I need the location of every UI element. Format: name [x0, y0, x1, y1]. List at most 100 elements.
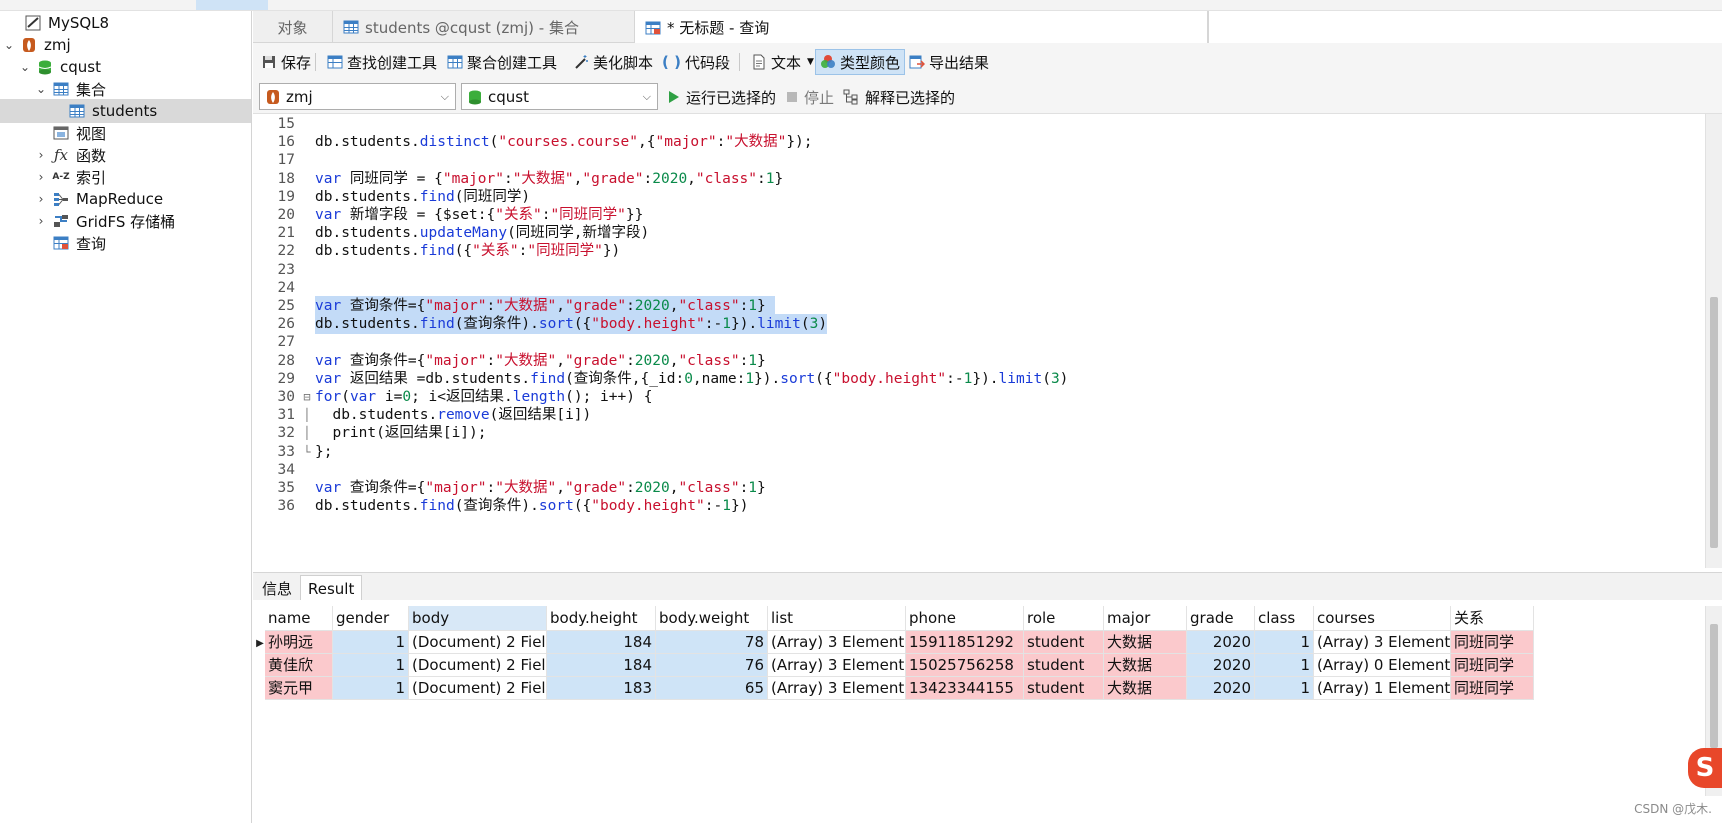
editor-line[interactable]: 18 var 同班同学 = {"major":"大数据","grade":2020… [253, 169, 1703, 189]
chevron-right-icon[interactable]: › [34, 214, 48, 228]
editor-line[interactable]: 27 [253, 332, 1703, 352]
table-cell[interactable]: 65 [656, 677, 768, 700]
table-cell[interactable]: 76 [656, 654, 768, 677]
tree-item-collections[interactable]: ⌄ 集合 [0, 77, 251, 101]
type-color-toggle[interactable]: 类型颜色 [815, 49, 906, 75]
table-cell[interactable]: 183 [547, 677, 656, 700]
editor-line[interactable]: 23 [253, 260, 1703, 280]
table-cell[interactable]: 1 [1255, 677, 1314, 700]
table-cell[interactable]: 孙明远 [265, 631, 333, 654]
column-header[interactable]: class [1255, 606, 1314, 631]
table-cell[interactable]: student [1024, 654, 1104, 677]
find-builder-button[interactable]: 查找创建工具 [323, 49, 441, 75]
tab-untitled-query[interactable]: * 无标题 - 查询 [635, 11, 1208, 44]
editor-line[interactable]: 28 var 查询条件={"major":"大数据","grade":2020,"… [253, 351, 1703, 371]
editor-line[interactable]: 19 db.students.find(同班同学) [253, 187, 1703, 207]
beautify-button[interactable]: 美化脚本 [569, 49, 657, 75]
table-cell[interactable]: (Document) 2 Fields [409, 654, 547, 677]
table-cell[interactable]: (Array) 3 Elements [1314, 631, 1451, 654]
tree-item-students[interactable]: students [0, 99, 251, 123]
fold-collapse-icon[interactable]: ⊟ [302, 387, 312, 407]
chevron-right-icon[interactable]: › [34, 170, 48, 184]
editor-line[interactable]: 30 ⊟ for(var i=0; i<返回结果.length(); i++) { [253, 387, 1703, 407]
table-cell[interactable]: student [1024, 677, 1104, 700]
table-cell[interactable]: 同班同学 [1451, 631, 1534, 654]
chevron-right-icon[interactable]: › [34, 192, 48, 206]
table-cell[interactable]: 184 [547, 654, 656, 677]
tree-item-gridfs[interactable]: › GridFS 存储桶 [0, 209, 251, 233]
table-cell[interactable]: 78 [656, 631, 768, 654]
query-editor[interactable]: 15 16 db.students.distinct("courses.course… [253, 114, 1722, 568]
aggregate-builder-button[interactable]: 聚合创建工具 [443, 49, 561, 75]
tab-objects[interactable]: 对象 [253, 11, 333, 43]
tab-info[interactable]: 信息 [255, 575, 299, 601]
table-cell[interactable]: 1 [1255, 631, 1314, 654]
editor-line[interactable]: 20 var 新增字段 = {$set:{"关系":"同班同学"}} [253, 205, 1703, 225]
table-cell[interactable]: 1 [333, 677, 409, 700]
tab-students-collection[interactable]: students @cqust (zmj) - 集合 [333, 11, 635, 43]
database-select[interactable]: cqust ⌵ [461, 83, 658, 110]
column-header[interactable]: body.height [547, 606, 656, 631]
tree-item-mapreduce[interactable]: › MapReduce [0, 187, 251, 211]
editor-line[interactable]: 24 [253, 278, 1703, 298]
table-cell[interactable]: 窦元甲 [265, 677, 333, 700]
chevron-down-icon[interactable]: ⌄ [18, 60, 32, 74]
table-cell[interactable]: 184 [547, 631, 656, 654]
editor-line[interactable]: 26 db.students.find(查询条件).sort({"body.hei… [253, 314, 1703, 335]
tab-result[interactable]: Result [300, 575, 363, 601]
connection-select[interactable]: zmj ⌵ [259, 83, 456, 110]
column-header[interactable]: role [1024, 606, 1104, 631]
tree-item-views[interactable]: 视图 [0, 121, 251, 145]
scrollbar-thumb[interactable] [1710, 624, 1718, 748]
column-header[interactable]: body.weight [656, 606, 768, 631]
editor-line[interactable]: 35 var 查询条件={"major":"大数据","grade":2020,"… [253, 478, 1703, 498]
column-header[interactable]: name [265, 606, 333, 631]
column-header[interactable]: body [409, 606, 547, 631]
editor-line[interactable]: 15 [253, 114, 1703, 134]
editor-line[interactable]: 33 └}; [253, 442, 1703, 462]
editor-line[interactable]: 22 db.students.find({"关系":"同班同学"}) [253, 241, 1703, 261]
tree-item-zmj[interactable]: ⌄ zmj [0, 33, 251, 57]
table-cell[interactable]: student [1024, 631, 1104, 654]
run-selected-button[interactable]: 运行已选择的 [668, 85, 776, 109]
column-header[interactable]: courses [1314, 606, 1451, 631]
table-cell[interactable]: (Document) 2 Fields [409, 677, 547, 700]
save-button[interactable]: 保存 [257, 49, 315, 75]
table-cell[interactable]: (Document) 2 Fields [409, 631, 547, 654]
table-cell[interactable]: 2020 [1187, 654, 1255, 677]
column-header[interactable]: grade [1187, 606, 1255, 631]
editor-line[interactable]: 25 var 查询条件={"major":"大数据","grade":2020,"… [253, 296, 1703, 316]
table-cell[interactable]: 1 [1255, 654, 1314, 677]
tree-item-cqust[interactable]: ⌄ cqust [0, 55, 251, 79]
result-grid[interactable]: name gender body body.height body.weight list… [253, 600, 1722, 823]
table-cell[interactable]: 15911851292 [906, 631, 1024, 654]
chevron-down-icon[interactable]: ⌄ [2, 38, 16, 52]
editor-line[interactable]: 36 db.students.find(查询条件).sort({"body.hei… [253, 496, 1703, 516]
menu-item-collection-active[interactable] [196, 0, 268, 10]
table-cell[interactable]: 同班同学 [1451, 677, 1534, 700]
scrollbar-thumb[interactable] [1710, 297, 1718, 548]
table-cell[interactable]: 大数据 [1104, 631, 1187, 654]
editor-line[interactable]: 17 [253, 150, 1703, 170]
table-cell[interactable]: 1 [333, 654, 409, 677]
tree-item-queries[interactable]: 查询 [0, 231, 251, 255]
snippet-button[interactable]: ( ) 代码段 [658, 49, 734, 75]
editor-line[interactable]: 31 │ db.students.remove(返回结果[i]) [253, 405, 1703, 425]
tree-item-mysql8[interactable]: MySQL8 [0, 11, 251, 35]
table-cell[interactable]: 15025756258 [906, 654, 1024, 677]
table-cell[interactable]: 黄佳欣 [265, 654, 333, 677]
chevron-down-icon[interactable]: ⌄ [34, 82, 48, 96]
table-cell[interactable]: (Array) 1 Element [1314, 677, 1451, 700]
table-cell[interactable]: 大数据 [1104, 677, 1187, 700]
stop-button[interactable]: 停止 [786, 85, 834, 109]
export-results-button[interactable]: 导出结果 [905, 49, 993, 75]
editor-line[interactable]: 29 var 返回结果 =db.students.find(查询条件,{_id:0… [253, 369, 1703, 389]
table-cell[interactable]: 13423344155 [906, 677, 1024, 700]
table-cell[interactable]: 2020 [1187, 677, 1255, 700]
chevron-right-icon[interactable]: › [34, 148, 48, 162]
table-cell[interactable]: 同班同学 [1451, 654, 1534, 677]
column-header[interactable]: gender [333, 606, 409, 631]
table-cell[interactable]: (Array) 0 Elements [1314, 654, 1451, 677]
tree-item-functions[interactable]: › ƒx 函数 [0, 143, 251, 167]
editor-line[interactable]: 16 db.students.distinct("courses.course",… [253, 132, 1703, 152]
